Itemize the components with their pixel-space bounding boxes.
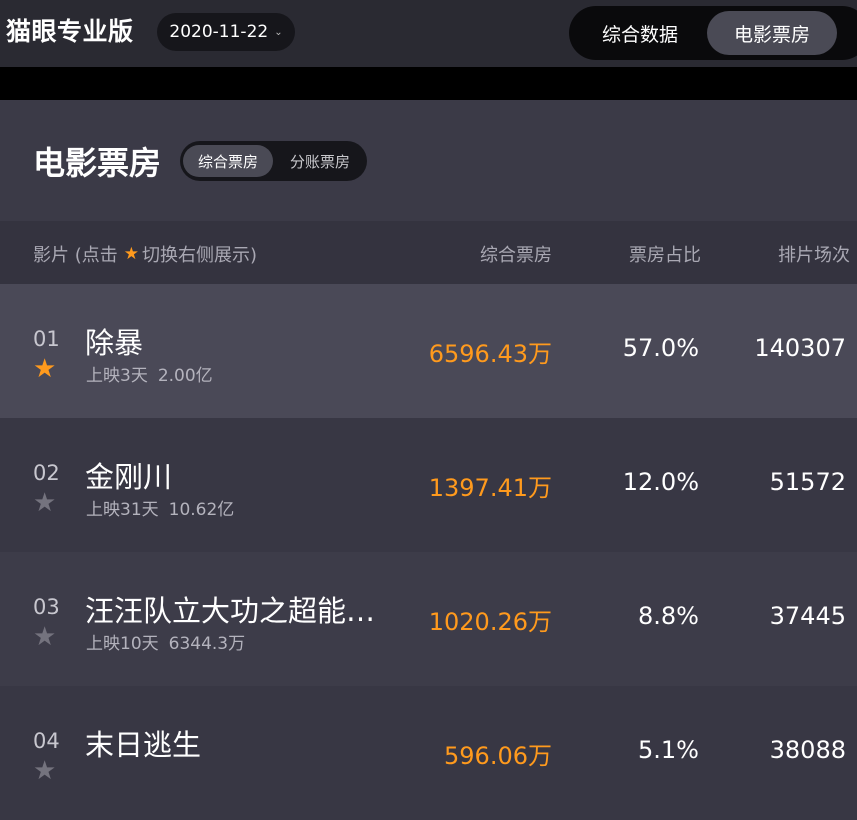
subtab-combined-box-office[interactable]: 综合票房 <box>183 145 273 177</box>
shows-value: 140307 <box>754 334 846 362</box>
table-row[interactable]: 03 ★ 汪汪队立大功之超能… 上映10天 6344.3万 1020.26万 8.… <box>0 552 857 686</box>
subtab-split-box-office[interactable]: 分账票房 <box>277 145 363 177</box>
column-header-box-office[interactable]: 综合票房 <box>480 241 552 267</box>
star-icon[interactable]: ★ <box>33 356 56 382</box>
top-bar: 猫眼专业版 2020-11-22 ⌄ 综合数据 电影票房 <box>0 0 857 67</box>
tab-overall-data[interactable]: 综合数据 <box>581 11 699 55</box>
rank: 03 <box>33 595 60 619</box>
brand-logo: 猫眼专业版 <box>6 17 134 46</box>
table-row[interactable]: 04 ★ 末日逃生 596.06万 5.1% 38088 <box>0 686 857 820</box>
film-title: 除暴 <box>85 326 144 360</box>
star-icon[interactable]: ★ <box>33 490 56 516</box>
star-icon[interactable]: ★ <box>33 624 56 650</box>
box-office-value: 1020.26万 <box>428 608 552 636</box>
column-header-film-prefix: 影片 (点击 <box>33 245 118 266</box>
share-value: 57.0% <box>622 334 699 362</box>
release-days: 上映3天 <box>86 366 148 386</box>
shows-value: 37445 <box>769 602 846 630</box>
column-header-film: 影片 (点击 ★ 切换右侧展示) <box>33 241 257 267</box>
film-title: 末日逃生 <box>85 728 202 762</box>
total-box-office: 6344.3万 <box>168 634 246 654</box>
chevron-down-icon: ⌄ <box>274 26 283 38</box>
total-box-office: 10.62亿 <box>168 500 235 520</box>
rank: 02 <box>33 461 60 485</box>
share-value: 12.0% <box>622 468 699 496</box>
tab-box-office[interactable]: 电影票房 <box>707 11 837 55</box>
divider-band <box>0 67 857 100</box>
page-title: 电影票房 <box>33 144 162 182</box>
share-value: 5.1% <box>638 736 699 764</box>
section-header: 电影票房 综合票房 分账票房 <box>0 100 857 221</box>
release-days: 上映31天 <box>86 500 159 520</box>
total-box-office: 2.00亿 <box>157 366 213 386</box>
star-icon: ★ <box>123 244 139 264</box>
film-meta: 上映3天 2.00亿 <box>86 361 213 386</box>
film-title: 金刚川 <box>85 460 173 494</box>
table-row[interactable]: 02 ★ 金刚川 上映31天 10.62亿 1397.41万 12.0% 5157… <box>0 418 857 552</box>
star-icon[interactable]: ★ <box>33 758 56 784</box>
share-value: 8.8% <box>638 602 699 630</box>
rank: 04 <box>33 729 60 753</box>
release-days: 上映10天 <box>86 634 159 654</box>
column-header-shows[interactable]: 排片场次 <box>778 241 850 267</box>
column-header-film-suffix: 切换右侧展示) <box>142 245 258 266</box>
column-header-share[interactable]: 票房占比 <box>629 241 701 267</box>
table-row[interactable]: 01 ★ 除暴 上映3天 2.00亿 6596.43万 57.0% 140307 <box>0 284 857 418</box>
film-meta: 上映31天 10.62亿 <box>86 495 234 520</box>
film-meta: 上映10天 6344.3万 <box>86 629 245 654</box>
table-header: 影片 (点击 ★ 切换右侧展示) 综合票房 票房占比 排片场次 <box>0 221 857 284</box>
shows-value: 51572 <box>769 468 846 496</box>
date-selector[interactable]: 2020-11-22 ⌄ <box>157 13 295 51</box>
film-title: 汪汪队立大功之超能… <box>85 594 376 628</box>
box-office-value: 1397.41万 <box>428 474 552 502</box>
box-office-value: 6596.43万 <box>428 340 552 368</box>
shows-value: 38088 <box>769 736 846 764</box>
box-office-type-switch: 综合票房 分账票房 <box>180 141 367 181</box>
rank: 01 <box>33 327 60 351</box>
box-office-value: 596.06万 <box>444 742 552 770</box>
date-value: 2020-11-22 <box>169 22 269 42</box>
mode-switch: 综合数据 电影票房 <box>569 6 857 60</box>
film-meta <box>86 763 96 783</box>
